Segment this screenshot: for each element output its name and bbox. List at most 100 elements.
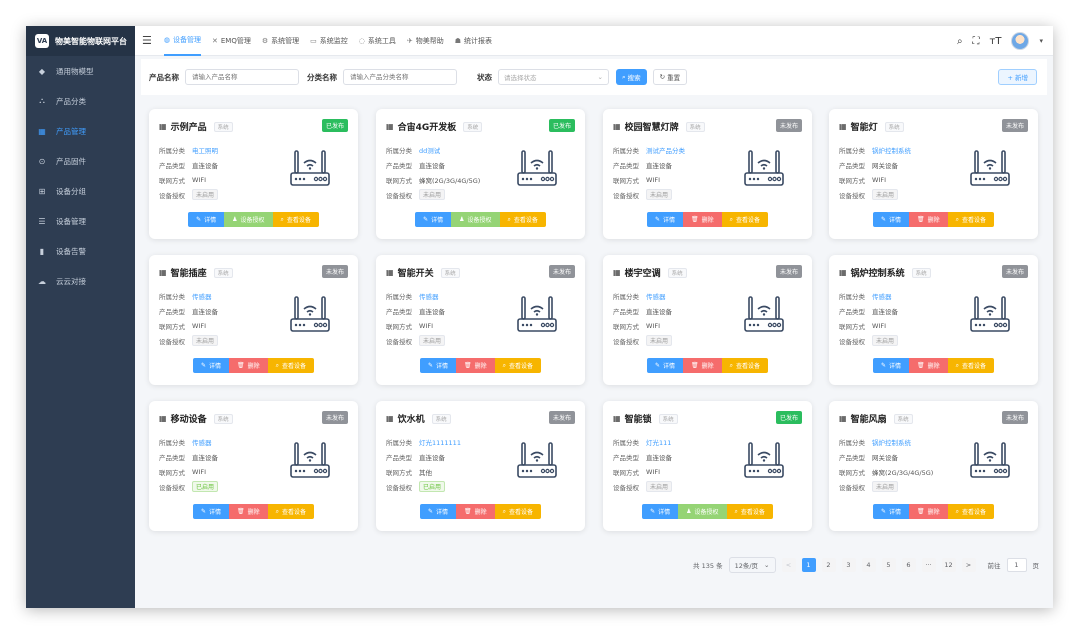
page-number-button[interactable]: 2 <box>821 558 836 572</box>
view-device-button[interactable]: ⌕ 查看设备 <box>947 358 995 373</box>
sidebar-item[interactable]: ☰ 设备管理 <box>26 206 135 236</box>
view-device-button[interactable]: ⌕ 查看设备 <box>267 358 315 373</box>
page-number-button[interactable]: 6 <box>901 558 916 572</box>
delete-button[interactable]: 🗑 删除 <box>229 504 268 519</box>
sidebar-item[interactable]: ▮ 设备告警 <box>26 236 135 266</box>
category-input[interactable] <box>343 69 457 85</box>
product-name[interactable]: 示例产品 <box>171 120 207 133</box>
category-value[interactable]: 锅炉控制系统 <box>872 145 911 155</box>
product-name[interactable]: 智能风扇 <box>851 412 887 425</box>
view-device-button[interactable]: ⌕ 查看设备 <box>272 212 319 227</box>
category-value[interactable]: 传感器 <box>192 291 212 301</box>
product-name[interactable]: 锅炉控制系统 <box>851 266 905 279</box>
view-device-button[interactable]: ⌕ 查看设备 <box>494 504 542 519</box>
category-value[interactable]: dd测试 <box>419 145 440 155</box>
top-tab[interactable]: ✕ EMQ管理 <box>212 26 251 56</box>
reset-button[interactable]: ↻ 重置 <box>652 69 688 85</box>
page-number-button[interactable]: 4 <box>861 558 876 572</box>
detail-button[interactable]: ✎ 详情 <box>646 212 683 227</box>
page-number-button[interactable]: 12 <box>941 558 956 572</box>
detail-button[interactable]: ✎ 详情 <box>646 358 683 373</box>
top-tab[interactable]: ✈ 物美帮助 <box>407 26 444 56</box>
delete-button[interactable]: 🗑 删除 <box>909 212 948 227</box>
device-auth-button[interactable]: ♟ 设备授权 <box>678 504 727 519</box>
product-name[interactable]: 智能锁 <box>625 412 652 425</box>
product-name[interactable]: 智能灯 <box>851 120 878 133</box>
detail-button[interactable]: ✎ 详情 <box>419 504 456 519</box>
detail-button[interactable]: ✎ 详情 <box>188 212 225 227</box>
delete-button[interactable]: 🗑 删除 <box>229 358 268 373</box>
product-name[interactable]: 移动设备 <box>171 412 207 425</box>
page-number-button[interactable]: 1 <box>801 558 816 572</box>
top-tab[interactable]: ⚙ 系统管理 <box>262 26 299 56</box>
sidebar-item[interactable]: ☁ 云云对接 <box>26 266 135 296</box>
device-auth-button[interactable]: ♟ 设备授权 <box>451 212 500 227</box>
add-product-button[interactable]: + 新增 <box>998 69 1037 85</box>
view-device-button[interactable]: ⌕ 查看设备 <box>494 358 542 373</box>
chevron-down-icon[interactable]: ▾ <box>1039 37 1043 45</box>
search-icon[interactable]: ⌕ <box>957 36 963 47</box>
view-device-button[interactable]: ⌕ 查看设备 <box>499 212 546 227</box>
top-tab[interactable]: ▭ 系统监控 <box>310 26 348 56</box>
page-number-button[interactable]: 5 <box>881 558 896 572</box>
product-name[interactable]: 智能插座 <box>171 266 207 279</box>
product-name[interactable]: 合宙4G开发板 <box>398 120 457 133</box>
page-number-button[interactable]: ··· <box>921 558 936 572</box>
delete-button[interactable]: 🗑 删除 <box>909 504 948 519</box>
category-value[interactable]: 电工照明 <box>192 145 218 155</box>
detail-button[interactable]: ✎ 详情 <box>872 212 909 227</box>
delete-button[interactable]: 🗑 删除 <box>456 504 495 519</box>
detail-button[interactable]: ✎ 详情 <box>192 504 229 519</box>
search-button[interactable]: ⌕ 搜索 <box>616 69 647 85</box>
top-tab[interactable]: ◍ 设备管理 <box>163 26 201 56</box>
sidebar-item[interactable]: ⛬ 产品分类 <box>26 86 135 116</box>
detail-button[interactable]: ✎ 详情 <box>192 358 229 373</box>
category-value[interactable]: 锅炉控制系统 <box>872 437 911 447</box>
delete-button[interactable]: 🗑 删除 <box>456 358 495 373</box>
avatar[interactable] <box>1011 32 1030 50</box>
top-tab[interactable]: ◌ 系统工具 <box>359 26 396 56</box>
sidebar-item[interactable]: ⊞ 设备分组 <box>26 176 135 206</box>
category-value[interactable]: 灯光111 <box>646 437 671 447</box>
sidebar-item[interactable]: ◆ 通用物模型 <box>26 56 135 86</box>
card-actions: ✎ 详情 ♟ 设备授权 ⌕ 查看设备 <box>149 212 358 227</box>
sidebar-item[interactable]: ⊙ 产品固件 <box>26 146 135 176</box>
view-device-button[interactable]: ⌕ 查看设备 <box>947 212 995 227</box>
view-device-button[interactable]: ⌕ 查看设备 <box>721 212 769 227</box>
hamburger-icon[interactable]: ☰ <box>142 34 152 47</box>
product-name[interactable]: 饮水机 <box>398 412 425 425</box>
delete-button[interactable]: 🗑 删除 <box>683 212 722 227</box>
view-device-button[interactable]: ⌕ 查看设备 <box>721 358 769 373</box>
font-size-icon[interactable]: ᴛT <box>990 36 1002 47</box>
delete-button[interactable]: 🗑 删除 <box>909 358 948 373</box>
detail-button[interactable]: ✎ 详情 <box>415 212 452 227</box>
goto-page-input[interactable] <box>1006 558 1027 572</box>
detail-button[interactable]: ✎ 详情 <box>642 504 679 519</box>
category-value[interactable]: 灯光1111111 <box>419 437 461 447</box>
page-size-select[interactable]: 12条/页 ⌄ <box>728 557 776 573</box>
view-device-button[interactable]: ⌕ 查看设备 <box>947 504 995 519</box>
top-tab[interactable]: ☗ 统计报表 <box>455 26 492 56</box>
product-name[interactable]: 校园智慧灯牌 <box>625 120 679 133</box>
next-page-button[interactable]: > <box>961 558 976 572</box>
delete-button[interactable]: 🗑 删除 <box>683 358 722 373</box>
view-device-button[interactable]: ⌕ 查看设备 <box>726 504 773 519</box>
sidebar-item[interactable]: ▦ 产品管理 <box>26 116 135 146</box>
page-number-button[interactable]: 3 <box>841 558 856 572</box>
category-value[interactable]: 传感器 <box>646 291 666 301</box>
fullscreen-icon[interactable]: ⛶ <box>973 36 980 47</box>
product-name[interactable]: 楼宇空调 <box>625 266 661 279</box>
category-value[interactable]: 测试产品分类 <box>646 145 685 155</box>
detail-button[interactable]: ✎ 详情 <box>872 358 909 373</box>
category-value[interactable]: 传感器 <box>419 291 439 301</box>
prev-page-button[interactable]: < <box>781 558 796 572</box>
category-value[interactable]: 传感器 <box>872 291 892 301</box>
view-device-button[interactable]: ⌕ 查看设备 <box>267 504 315 519</box>
detail-button[interactable]: ✎ 详情 <box>872 504 909 519</box>
category-value[interactable]: 传感器 <box>192 437 212 447</box>
device-auth-button[interactable]: ♟ 设备授权 <box>224 212 273 227</box>
product-name-input[interactable] <box>185 69 299 85</box>
detail-button[interactable]: ✎ 详情 <box>419 358 456 373</box>
product-name[interactable]: 智能开关 <box>398 266 434 279</box>
status-select[interactable]: 请选择状态 ⌄ <box>498 69 609 85</box>
